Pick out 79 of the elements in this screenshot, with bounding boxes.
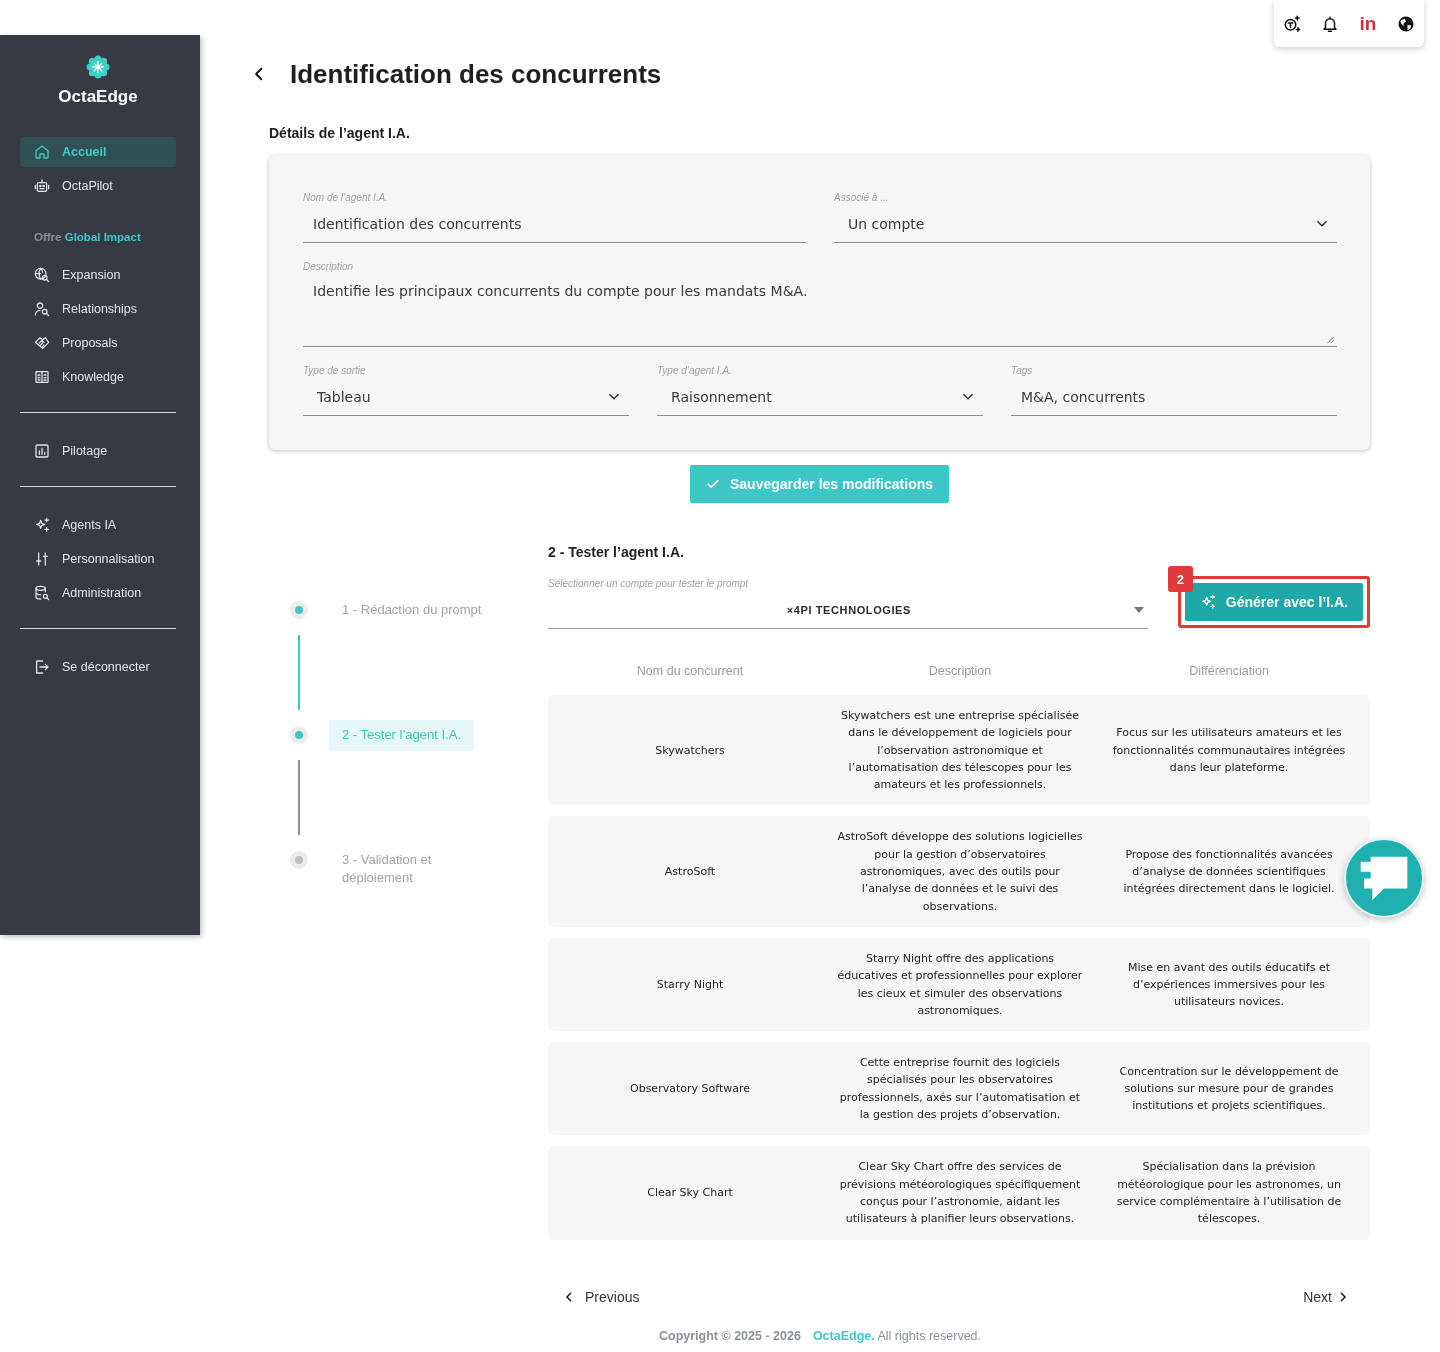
bar-chart-icon xyxy=(34,443,50,459)
database-search-icon xyxy=(34,585,50,601)
chevron-left-icon xyxy=(564,1291,574,1302)
resize-handle-icon[interactable] xyxy=(1326,335,1334,343)
logout-icon xyxy=(34,659,50,675)
select-field[interactable]: Un compte xyxy=(834,205,1337,243)
step-marker-icon xyxy=(290,851,308,869)
chat-button[interactable] xyxy=(1344,838,1424,918)
step-marker-icon xyxy=(290,726,308,744)
previous-button[interactable]: Previous xyxy=(564,1288,640,1305)
table-cell-text: Starry Night offre des applications éducatives et professionnelles pour explorer les cieux et simuler des observations astronomiques. xyxy=(836,950,1084,1019)
copyright-text: Copyright © 2025 - 2026 OctaEdge. All rights reserved. xyxy=(658,1327,982,1344)
table-cell-text: Cette entreprise fournit des logiciels spécialisés pour les observatoires professionnels, axés sur l’automatisation et la gestion des projets d’observation. xyxy=(838,1055,1082,1124)
table-cell-text: AstroSoft xyxy=(663,864,717,881)
globe-search-icon xyxy=(34,267,50,283)
table-cell-text: Skywatchers est une entreprise spécialisée dans le développement de logiciels pour l’observation astronomique et l’automatisation des télescopes pour les amateurs et les professionnels. xyxy=(840,708,1080,794)
field-label: Type d’agent I.A. xyxy=(657,364,733,378)
brand-name: OctaEdge xyxy=(58,86,138,108)
nav-item[interactable]: Agents IA xyxy=(20,510,176,540)
nav-item[interactable]: Relationships xyxy=(20,294,176,324)
field-label: Associé à ... xyxy=(834,191,890,205)
field-label: Type de sortie xyxy=(303,364,367,378)
table-cell-text: Clear Sky Chart xyxy=(646,1185,734,1202)
field-label: Sélectionner un compte pour tester le prompt xyxy=(548,577,750,591)
nav-item[interactable]: Knowledge xyxy=(20,362,176,392)
sparkles-icon xyxy=(1199,594,1216,610)
nav-item[interactable]: OctaPilot xyxy=(20,171,176,201)
page-title: Identification des concurrents xyxy=(290,58,662,90)
table-cell-text: AstroSoft développe des solutions logicielles pour la gestion d’observatoires astronomiques, avec des outils pour l’analyse de données et le suivi des observations. xyxy=(836,829,1084,915)
sparkles-icon xyxy=(34,517,50,533)
robot-icon xyxy=(34,178,50,194)
chat-icon xyxy=(1359,854,1409,902)
section-title: Détails de l’agent I.A. xyxy=(269,125,411,141)
section-heading: Offre Global Impact xyxy=(33,230,142,245)
nav-item[interactable]: Personnalisation xyxy=(20,544,176,574)
select-field[interactable]: ×4PI TECHNOLOGIES xyxy=(548,591,1148,629)
table-cell-text: Clear Sky Chart offre des services de prévisions météorologiques spécifiquement conçus pour l’astronomie, aidant les utilisateurs à planifier leurs observations. xyxy=(838,1159,1082,1228)
nav-item[interactable]: Accueil xyxy=(20,137,176,167)
column-header: Nom du concurrent xyxy=(635,664,745,678)
handshake-icon xyxy=(34,335,50,351)
table-cell-text: Mise en avant des outils éducatifs et d’expériences immersives pour les utilisateurs novices. xyxy=(1127,959,1331,1011)
table-cell-text: Skywatchers xyxy=(654,742,726,759)
nav-item[interactable]: Expansion xyxy=(20,260,176,290)
sliders-icon xyxy=(34,551,50,567)
textarea-field[interactable]: Identifie les principaux concurrents du compte pour les mandats M&A. xyxy=(303,274,1337,347)
column-header: Différenciation xyxy=(1188,664,1270,678)
step-marker-icon xyxy=(290,601,308,619)
next-button[interactable]: Next xyxy=(1303,1288,1348,1305)
table-cell-text: Concentration sur le développement de solutions sur mesure pour de grandes institutions et projets scientifiques. xyxy=(1118,1063,1340,1115)
table-cell-text: Observatory Software xyxy=(629,1081,751,1098)
table-cell-text: Propose des fonctionnalités avancées d’analyse de données scientifiques intégrées directement dans le logiciel. xyxy=(1122,846,1336,898)
annotation-badge: 2 xyxy=(1167,566,1193,592)
globe-icon[interactable] xyxy=(1397,14,1415,33)
select-field[interactable]: Tableau xyxy=(303,378,629,416)
select-field[interactable]: Raisonnement xyxy=(657,378,983,416)
document-icon xyxy=(34,369,50,385)
table-cell-text: Focus sur les utilisateurs amateurs et les fonctionnalités communautaires intégrées dans leur plateforme. xyxy=(1111,725,1347,776)
caret-down-icon xyxy=(1133,606,1144,613)
field-label: Description xyxy=(303,260,355,274)
check-icon xyxy=(705,477,720,491)
section-title: 2 - Tester l’agent I.A. xyxy=(548,544,685,560)
ai-text-icon[interactable] xyxy=(1283,14,1301,33)
text-field[interactable]: Identification des concurrents xyxy=(303,205,806,243)
nav-item[interactable]: Administration xyxy=(20,578,176,608)
text-field[interactable]: M&A, concurrents xyxy=(1011,378,1337,416)
nav-item[interactable]: Se déconnecter xyxy=(20,652,176,682)
nav-item[interactable]: Proposals xyxy=(20,328,176,358)
chevron-right-icon xyxy=(1338,1291,1348,1302)
column-header: Description xyxy=(927,664,993,678)
table-cell-text: Starry Night xyxy=(655,976,725,993)
social-link[interactable]: in xyxy=(1359,13,1377,34)
field-label: Nom de l’agent I.A. xyxy=(303,191,390,205)
home-icon xyxy=(34,144,50,160)
field-label: Tags xyxy=(1011,364,1034,378)
table-cell-text: Spécialisation dans la prévision météorologique pour les astronomes, un service complémentaire à l’utilisation de télescopes. xyxy=(1115,1159,1343,1228)
logo-icon xyxy=(86,55,110,79)
bell-icon[interactable] xyxy=(1321,14,1339,33)
user-search-icon xyxy=(34,301,50,317)
nav-item[interactable]: Pilotage xyxy=(20,436,176,466)
